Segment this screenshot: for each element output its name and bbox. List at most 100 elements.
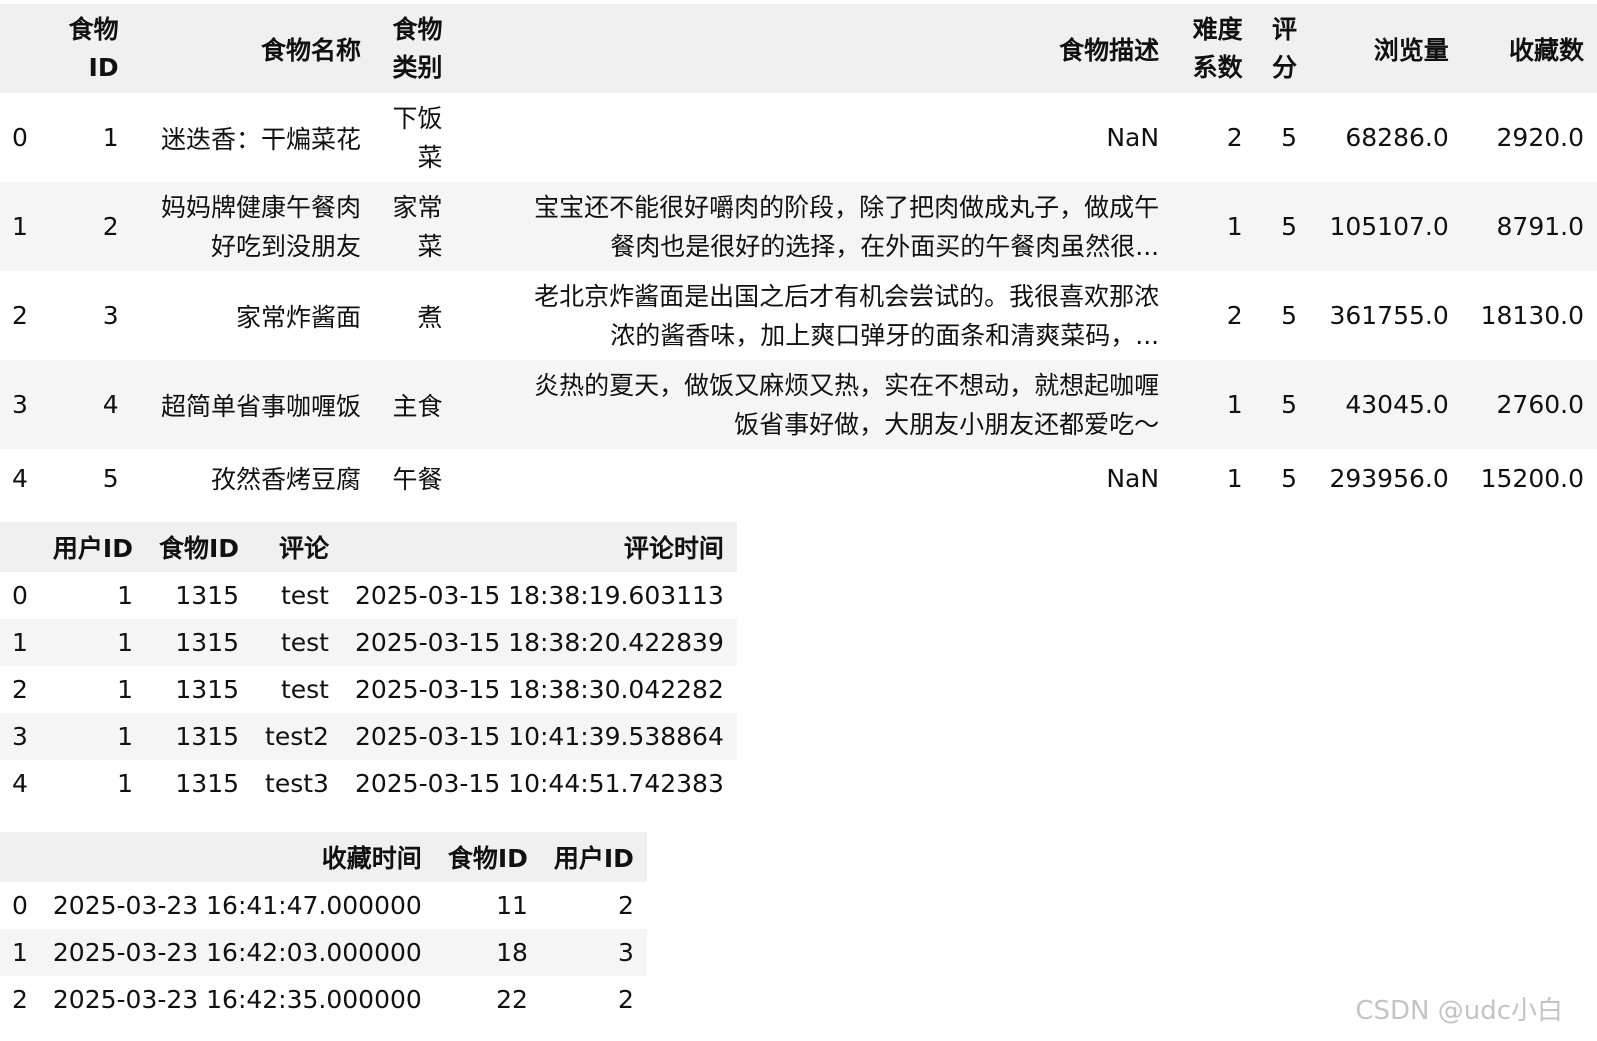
comment-user-id: 1 [117, 581, 133, 610]
table-row: 1 2 妈妈牌健康午餐肉 好吃到没朋友 家常菜 宝宝还不能很好嚼肉的阶段，除了把肉… [0, 182, 1597, 271]
comment-text: test [280, 628, 329, 657]
comment-food-id: 1315 [175, 675, 240, 704]
favorites-header-time: 收藏时间 [321, 844, 422, 873]
favorites-header-row: 收藏时间 食物ID 用户ID [0, 832, 647, 882]
food-score: 5 [1281, 301, 1297, 330]
food-difficulty: 2 [1226, 123, 1243, 152]
comment-time: 2025-03-15 18:38:20.422839 [354, 628, 724, 657]
food-views: 293956.0 [1329, 463, 1449, 493]
foods-table: 食物 ID 食物名称 食物 类别 食物描述 难度 系数 评分 浏览量 收藏数 0 1 … [0, 4, 1597, 507]
food-category: 家常菜 [392, 192, 443, 261]
food-views: 68286.0 [1345, 123, 1449, 152]
comment-text: test2 [265, 722, 329, 751]
food-difficulty: 1 [1226, 463, 1243, 493]
comment-time: 2025-03-15 10:41:39.538864 [354, 722, 724, 751]
favorites-header-index [0, 832, 40, 882]
table-row: 1 1 1315 test 2025-03-15 18:38:20.422839 [0, 619, 737, 666]
food-views: 361755.0 [1329, 301, 1449, 330]
comments-header-user-id: 用户ID [52, 534, 133, 563]
table-row: 2 3 家常炸酱面 煮 老北京炸酱面是出国之后才有机会尝试的。我很喜欢那浓 浓的酱… [0, 271, 1597, 360]
favorite-time: 2025-03-23 16:41:47.000000 [52, 891, 422, 920]
row-index: 2 [12, 985, 28, 1014]
table-row: 3 4 超简单省事咖喱饭 主食 炎热的夏天，做饭又麻烦又热，实在不想动，就想起咖… [0, 360, 1597, 449]
comments-header-row: 用户ID 食物ID 评论 评论时间 [0, 522, 737, 572]
food-score: 5 [1281, 212, 1297, 241]
food-difficulty: 1 [1226, 390, 1243, 419]
food-id: 2 [102, 212, 119, 241]
foods-header-row: 食物 ID 食物名称 食物 类别 食物描述 难度 系数 评分 浏览量 收藏数 [0, 4, 1597, 93]
food-views: 105107.0 [1329, 212, 1449, 241]
comments-header-index [0, 522, 40, 572]
food-favorites: 2920.0 [1496, 123, 1584, 152]
comment-food-id: 1315 [175, 769, 240, 798]
row-index: 2 [12, 675, 28, 704]
table-row: 0 2025-03-23 16:41:47.000000 11 2 [0, 882, 647, 929]
food-favorites: 8791.0 [1496, 212, 1584, 241]
food-name: 家常炸酱面 [235, 302, 361, 332]
food-category: 煮 [417, 302, 443, 332]
favorite-time: 2025-03-23 16:42:35.000000 [52, 985, 422, 1014]
comment-time: 2025-03-15 18:38:19.603113 [354, 581, 724, 610]
table-row: 2 1 1315 test 2025-03-15 18:38:30.042282 [0, 666, 737, 713]
row-index: 2 [12, 301, 28, 330]
row-index: 0 [12, 581, 28, 610]
row-index: 0 [12, 123, 28, 152]
comment-time: 2025-03-15 18:38:30.042282 [354, 675, 724, 704]
food-difficulty: 1 [1226, 212, 1243, 241]
favorites-header-food-id: 食物ID [447, 844, 528, 873]
comment-text: test3 [265, 769, 329, 798]
favorite-food-id: 18 [496, 938, 528, 967]
food-description: NaN [1106, 463, 1160, 493]
table-row: 3 1 1315 test2 2025-03-15 10:41:39.53886… [0, 713, 737, 760]
food-description: NaN [1106, 123, 1160, 152]
table-row: 4 5 孜然香烤豆腐 午餐 NaN 1 5 293956.0 15200.0 [0, 449, 1597, 507]
food-description: 宝宝还不能很好嚼肉的阶段，除了把肉做成丸子，做成午 餐肉也是很好的选择，在外面买的… [534, 192, 1160, 261]
comment-food-id: 1315 [175, 722, 240, 751]
favorite-user-id: 2 [618, 985, 634, 1014]
foods-header-description: 食物描述 [1059, 35, 1160, 65]
row-index: 1 [12, 212, 28, 241]
row-index: 1 [12, 938, 28, 967]
foods-header-id: 食物 ID [68, 14, 119, 82]
comments-table: 用户ID 食物ID 评论 评论时间 0 1 1315 test 2025-03-… [0, 522, 737, 807]
food-id: 5 [102, 463, 119, 493]
comment-food-id: 1315 [175, 628, 240, 657]
food-id: 4 [102, 390, 119, 419]
food-category: 午餐 [392, 465, 443, 494]
favorite-food-id: 11 [496, 891, 528, 920]
favorite-user-id: 2 [618, 891, 634, 920]
food-name: 超简单省事咖喱饭 [160, 391, 361, 421]
food-category: 主食 [392, 391, 443, 421]
row-index: 4 [12, 463, 28, 493]
row-index: 4 [12, 769, 28, 798]
comment-user-id: 1 [117, 675, 133, 704]
favorite-food-id: 22 [496, 985, 528, 1014]
foods-header-name: 食物名称 [260, 35, 361, 65]
food-favorites: 15200.0 [1480, 463, 1584, 493]
row-index: 0 [12, 891, 28, 920]
comments-header-food-id: 食物ID [158, 534, 240, 563]
comment-user-id: 1 [117, 722, 133, 751]
food-score: 5 [1281, 463, 1297, 493]
foods-header-category: 食物 类别 [392, 14, 443, 82]
favorite-time: 2025-03-23 16:42:03.000000 [52, 938, 422, 967]
table-row: 0 1 迷迭香：干煸菜花 下饭菜 NaN 2 5 68286.0 2920.0 [0, 93, 1597, 182]
food-score: 5 [1281, 390, 1297, 419]
foods-header-score: 评分 [1271, 14, 1297, 82]
food-favorites: 2760.0 [1496, 390, 1584, 419]
food-description: 炎热的夏天，做饭又麻烦又热，实在不想动，就想起咖喱 饭省事好做，大朋友小朋友还都爱… [534, 370, 1160, 439]
food-difficulty: 2 [1226, 301, 1243, 330]
food-favorites: 18130.0 [1480, 301, 1584, 330]
comment-user-id: 1 [117, 769, 133, 798]
food-name: 迷迭香：干煸菜花 [160, 124, 361, 154]
food-id: 3 [102, 301, 119, 330]
foods-header-favorites: 收藏数 [1508, 35, 1584, 65]
comment-text: test [280, 581, 329, 610]
comments-header-comment: 评论 [278, 534, 329, 563]
comments-header-time: 评论时间 [623, 534, 724, 563]
table-row: 2 2025-03-23 16:42:35.000000 22 2 [0, 976, 647, 1023]
comment-text: test [280, 675, 329, 704]
favorites-header-user-id: 用户ID [553, 844, 634, 873]
comment-food-id: 1315 [175, 581, 240, 610]
food-score: 5 [1281, 123, 1297, 152]
